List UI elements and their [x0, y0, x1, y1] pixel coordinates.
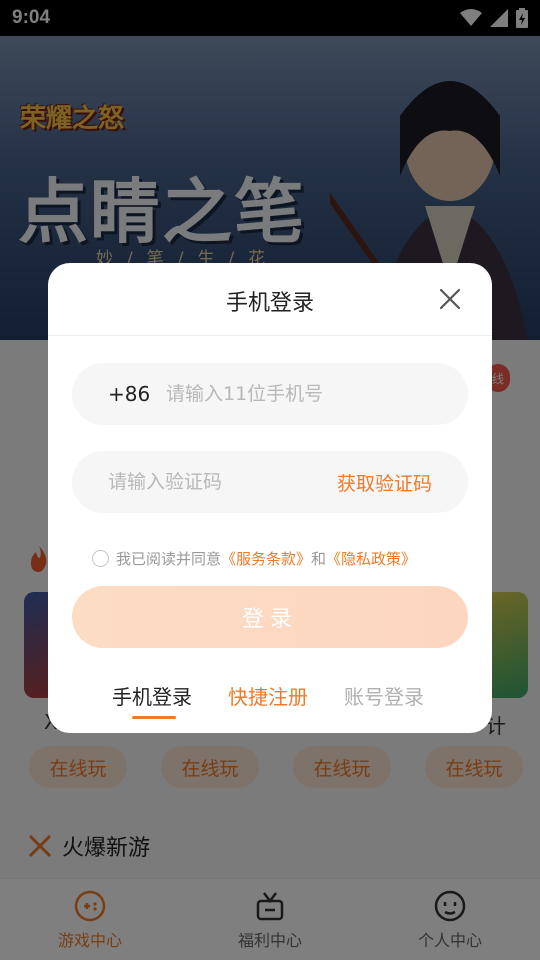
agreement-row: 我已阅读并同意 《服务条款》 和 《隐私政策》	[92, 548, 416, 569]
dialog-header: 手机登录	[48, 263, 492, 336]
get-code-button[interactable]: 获取验证码	[337, 469, 432, 496]
login-method-tabs: 手机登录 快捷注册 账号登录	[48, 681, 492, 721]
agreement-text: 我已阅读并同意	[116, 550, 222, 568]
login-dialog: 手机登录 +86 获取验证码 我已阅读并同意 《服务条款》 和 《隐私政策》 登…	[48, 263, 492, 733]
phone-input[interactable]	[166, 383, 426, 405]
tab-quick-register[interactable]: 快捷注册	[228, 681, 308, 710]
dialog-title: 手机登录	[225, 291, 314, 316]
country-code[interactable]: +86	[108, 382, 166, 406]
tab-phone-login[interactable]: 手机登录	[112, 681, 192, 710]
agreement-checkbox[interactable]	[92, 550, 109, 567]
phone-field: +86	[72, 363, 468, 425]
close-icon[interactable]	[436, 285, 464, 313]
active-tab-indicator	[132, 716, 176, 719]
terms-link[interactable]: 《服务条款》	[221, 548, 311, 569]
privacy-link[interactable]: 《隐私政策》	[326, 548, 416, 569]
agreement-and: 和	[311, 550, 327, 568]
tab-account-login[interactable]: 账号登录	[344, 681, 424, 710]
code-field: 获取验证码	[72, 451, 468, 513]
verification-code-input[interactable]	[108, 471, 298, 493]
login-button[interactable]: 登录	[72, 586, 468, 648]
